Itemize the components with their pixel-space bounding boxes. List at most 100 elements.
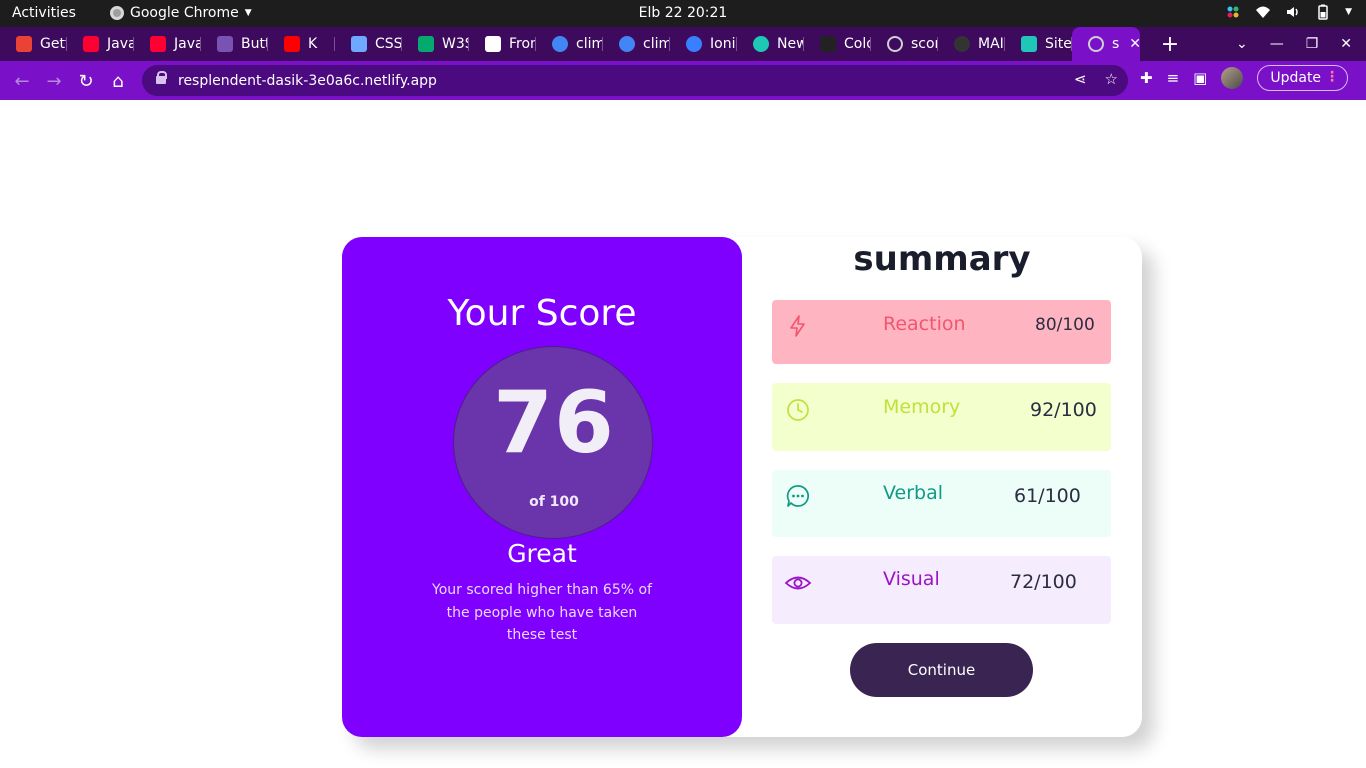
tab-title: Fron [509, 36, 536, 52]
share-icon[interactable]: ⋖ [1074, 70, 1087, 88]
browser-tab[interactable]: Java [134, 27, 201, 61]
maximize-button[interactable]: ❐ [1306, 36, 1319, 52]
dropdown-arrow-icon: ▼ [244, 8, 252, 18]
browser-tab[interactable]: Butt [201, 27, 268, 61]
app-name: Google Chrome [130, 5, 239, 21]
menu-dots-icon: ⋮ [1325, 69, 1340, 85]
summary-row-visual: Visual 72/100 [772, 556, 1111, 624]
reload-button[interactable]: ↻ [70, 65, 102, 97]
extensions-icon[interactable]: ✚ [1140, 69, 1153, 87]
browser-tab[interactable]: Site [1005, 27, 1072, 61]
summary-row-memory: Memory 92/100 [772, 383, 1111, 451]
tab-strip: Gett Java Java Butt K CSS W3S Fron clim clim Ioni N… [0, 27, 1366, 61]
globe-icon [887, 36, 903, 52]
tab-title: s [1112, 36, 1120, 52]
tab-title: K [308, 36, 318, 52]
m-icon [753, 36, 769, 52]
browser-tab[interactable]: K [268, 27, 335, 61]
browser-tab[interactable]: Fron [469, 27, 536, 61]
summary-row-reaction: Reaction 80/100 [772, 300, 1111, 364]
lightning-icon [790, 315, 805, 337]
browser-tab[interactable]: Java [67, 27, 134, 61]
chrome-icon [110, 6, 124, 20]
github-icon [954, 36, 970, 52]
browser-tab[interactable]: CSS [335, 27, 402, 61]
bookmark-star-icon[interactable]: ☆ [1105, 70, 1118, 88]
activities-button[interactable]: Activities [12, 5, 76, 21]
tab-title: clim [576, 36, 603, 52]
netlify-icon [1021, 36, 1037, 52]
w3schools-icon [418, 36, 434, 52]
app-menu[interactable]: Google Chrome ▼ [110, 5, 252, 21]
score-title: Your Score [447, 293, 637, 334]
browser-tab[interactable]: Ioni [670, 27, 737, 61]
visual-score: 72/100 [1010, 571, 1077, 593]
tab-title: Java [174, 36, 201, 52]
browser-tab[interactable]: clim [603, 27, 670, 61]
system-tray[interactable]: ▼ [1225, 4, 1352, 20]
tab-title: Java [107, 36, 134, 52]
bootstrap-icon [217, 36, 233, 52]
google-icon [552, 36, 568, 52]
tab-title: MAI [978, 36, 1004, 52]
profile-avatar[interactable] [1221, 67, 1244, 89]
power-menu-arrow-icon: ▼ [1345, 7, 1352, 17]
side-panel-icon[interactable]: ▣ [1193, 69, 1207, 87]
browser-tab[interactable]: W3S [402, 27, 469, 61]
tab-title: scor [911, 36, 938, 52]
tab-title: Ioni [710, 36, 736, 52]
tab-title: Colo [844, 36, 871, 52]
media-controls-icon[interactable]: ≡ [1167, 69, 1180, 87]
browser-tab[interactable]: Colo [804, 27, 871, 61]
close-tab-icon[interactable]: ✕ [1129, 36, 1140, 52]
update-button[interactable]: Update ⋮ [1257, 65, 1349, 91]
memory-label: Memory [883, 396, 961, 418]
close-window-button[interactable]: ✕ [1340, 36, 1352, 52]
codepen-icon [820, 36, 836, 52]
browser-tab[interactable]: clim [536, 27, 603, 61]
system-top-bar: Activities Google Chrome ▼ Elb 22 20:21 … [0, 0, 1366, 27]
verbal-score: 61/100 [1014, 485, 1081, 507]
address-bar[interactable]: resplendent-dasik-3e0a6c.netlify.app ⋖ ☆ [142, 65, 1128, 96]
youtube-music-icon [150, 36, 166, 52]
browser-tab[interactable]: s ✕ [1072, 27, 1140, 61]
tab-title: CSS [375, 36, 402, 52]
new-tab-button[interactable]: + [1150, 32, 1190, 57]
slack-icon [1227, 6, 1239, 18]
reaction-label: Reaction [883, 313, 966, 335]
chat-bubble-icon [786, 485, 809, 507]
browser-tab[interactable]: MAI [938, 27, 1005, 61]
update-label: Update [1270, 70, 1322, 86]
back-button[interactable]: ← [6, 65, 38, 97]
battery-icon [1318, 4, 1328, 20]
summary-title: summary [853, 239, 1031, 279]
score-value: 76 [493, 373, 615, 473]
browser-tab[interactable]: scor [871, 27, 938, 61]
tab-title: Butt [241, 36, 268, 52]
verbal-label: Verbal [883, 482, 944, 504]
continue-button[interactable]: Continue [850, 643, 1033, 697]
grade-label: Great [507, 539, 577, 568]
eye-icon [784, 576, 812, 590]
lock-icon[interactable] [156, 70, 167, 86]
ionic-icon [686, 36, 702, 52]
clock-icon [787, 399, 809, 421]
browser-tab[interactable]: Gett [0, 27, 67, 61]
home-button[interactable]: ⌂ [102, 65, 134, 97]
tab-title: Gett [40, 36, 67, 52]
browser-toolbar: ← → ↻ ⌂ resplendent-dasik-3e0a6c.netlify… [0, 61, 1366, 100]
browser-tab[interactable]: New [737, 27, 804, 61]
score-circle: 76 of 100 [453, 346, 653, 539]
wifi-icon [1256, 6, 1271, 18]
loading-icon [351, 36, 367, 52]
forward-button[interactable]: → [38, 65, 70, 97]
url-text: resplendent-dasik-3e0a6c.netlify.app [178, 72, 437, 89]
reaction-score: 80/100 [1035, 315, 1095, 335]
minimize-button[interactable]: — [1270, 36, 1284, 52]
tab-search-icon[interactable]: ⌄ [1236, 36, 1248, 52]
volume-icon [1287, 7, 1298, 17]
visual-label: Visual [883, 568, 940, 590]
score-panel: Your Score 76 of 100 Great Your scored h… [342, 237, 742, 737]
google-icon [619, 36, 635, 52]
gmail-icon [16, 36, 32, 52]
